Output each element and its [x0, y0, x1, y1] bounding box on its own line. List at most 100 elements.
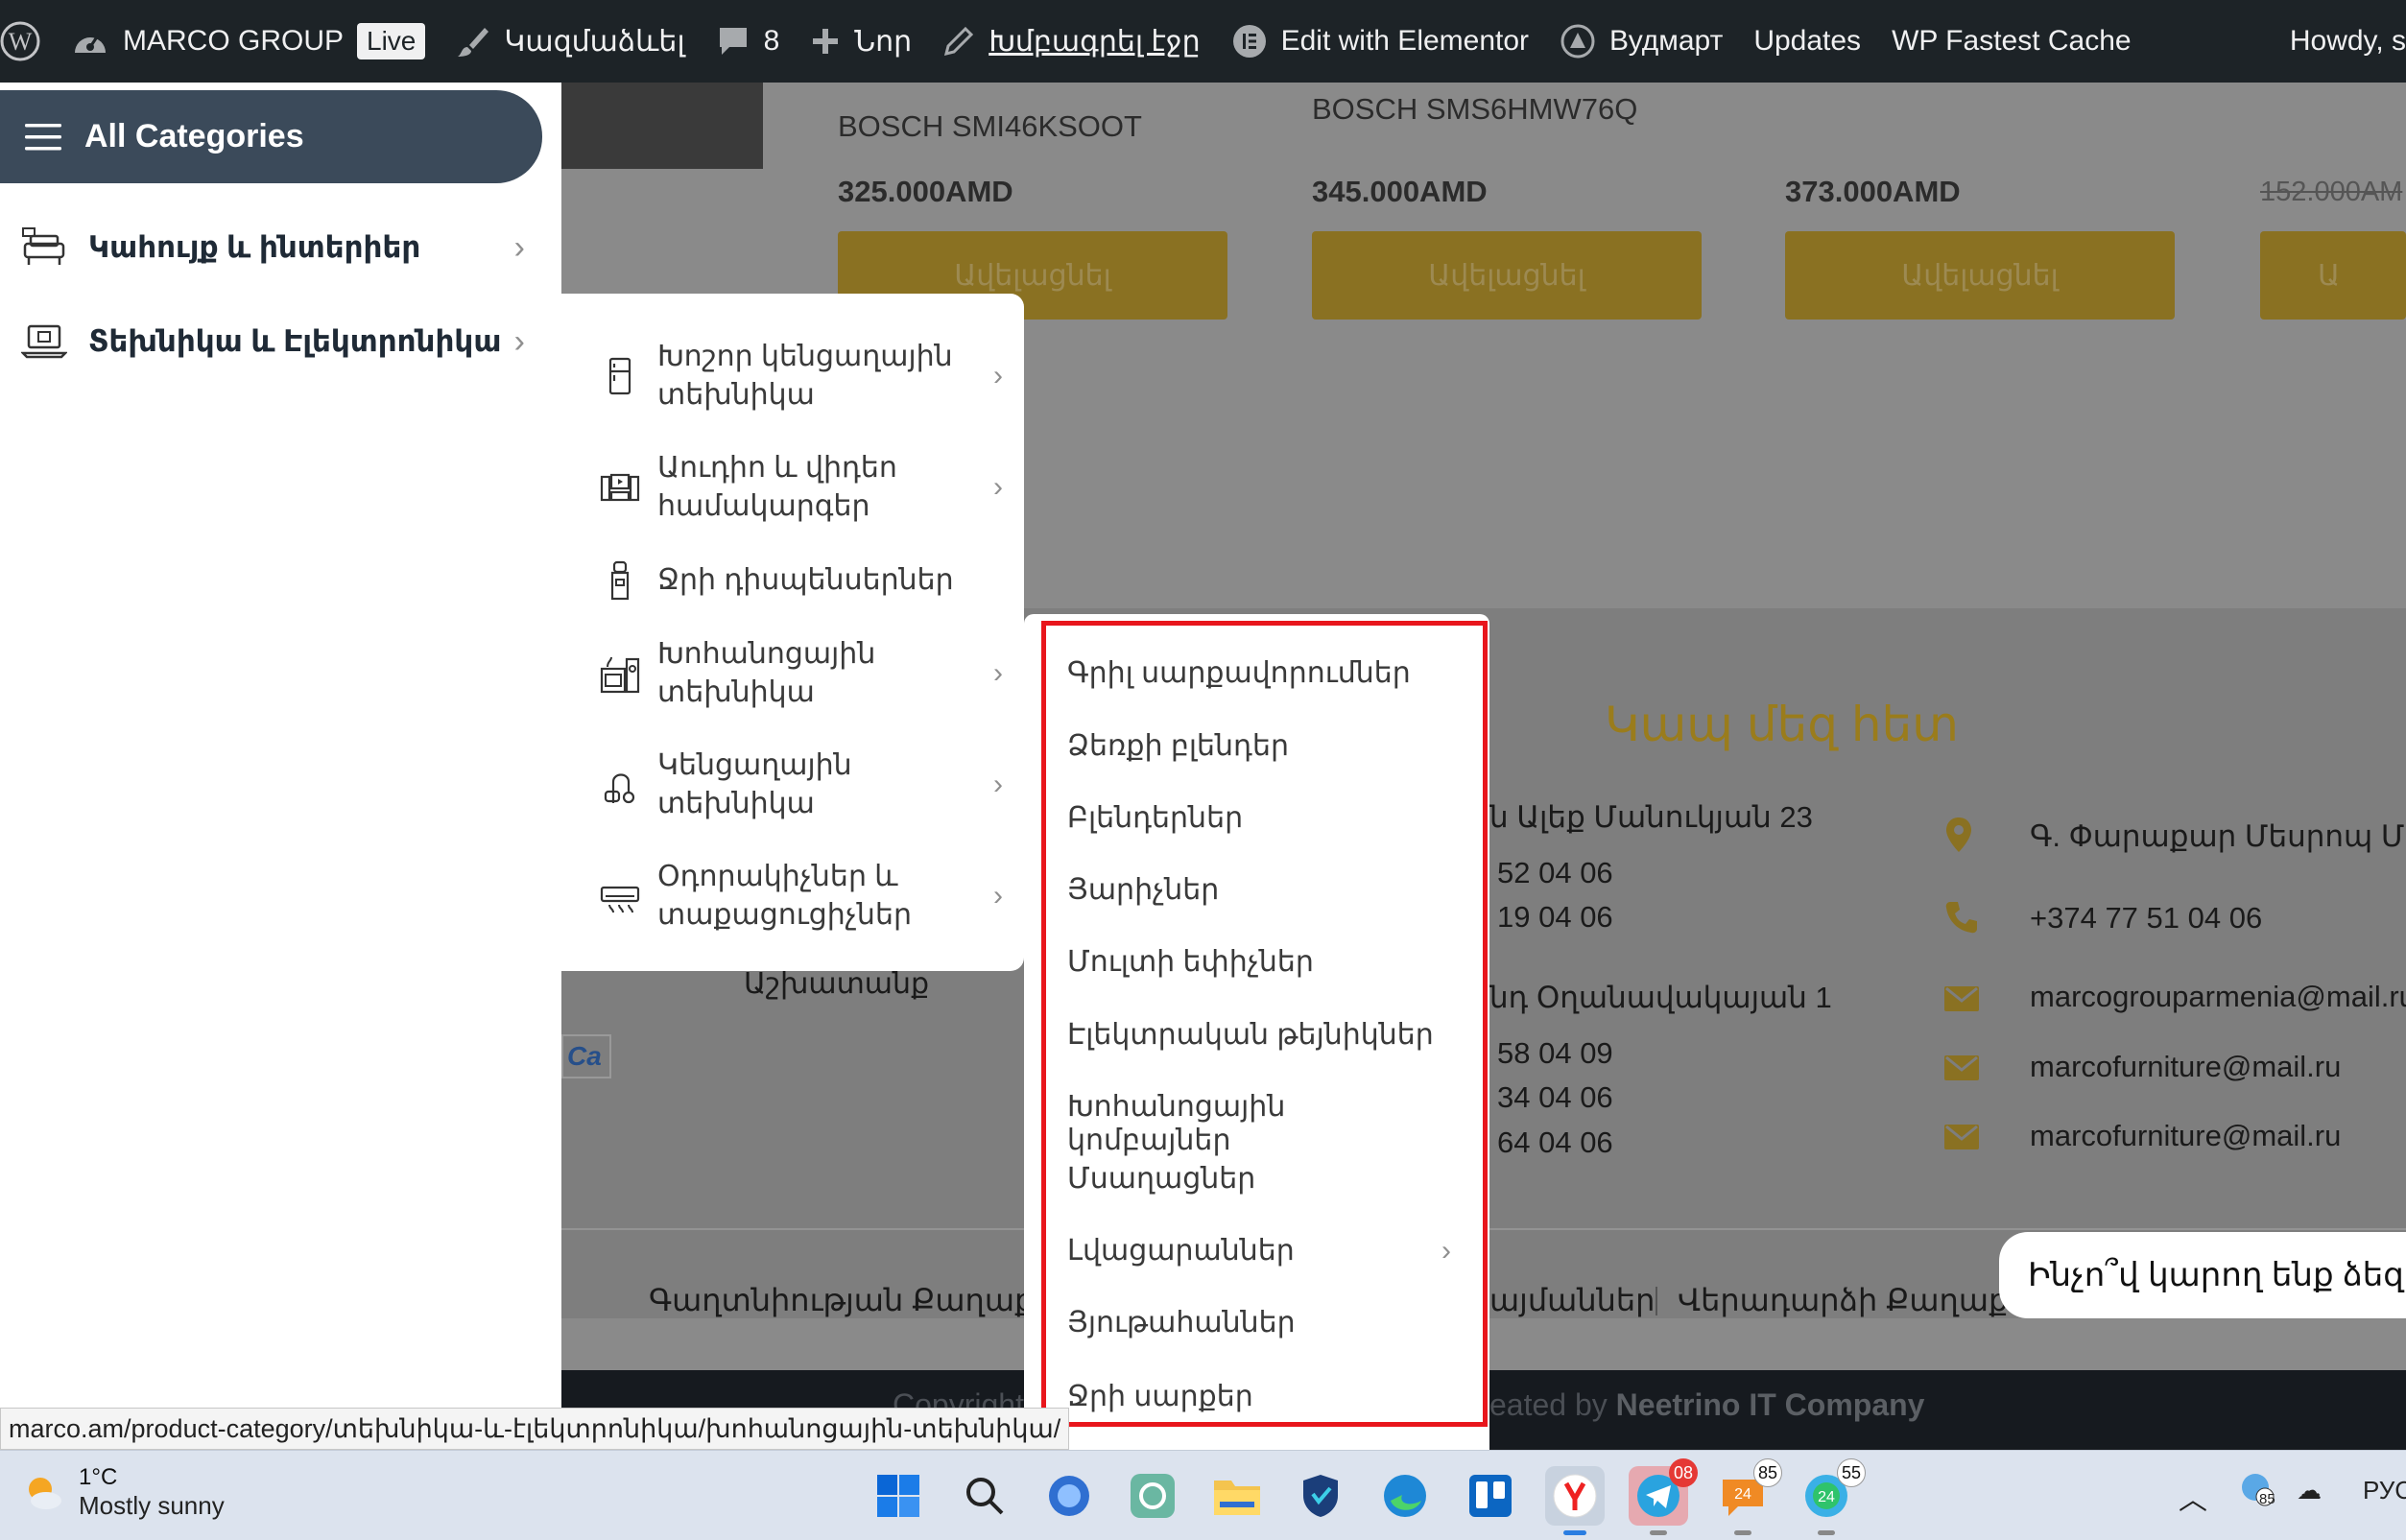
label-line: համակարգեր [657, 490, 870, 522]
shield-icon [1303, 1475, 1338, 1517]
kitchen-item-blenders[interactable]: Բլենդերներ [1067, 801, 1451, 835]
return-policy-link[interactable]: Վերադարձի Քաղաքա [1678, 1282, 2038, 1318]
copyright-credit: eated by Neetrino IT Company [1489, 1387, 1924, 1423]
chevron-right-icon: › [513, 228, 525, 266]
taskbar-app-edge[interactable] [1375, 1466, 1435, 1526]
language-indicator[interactable]: РУС [2363, 1476, 2406, 1505]
product-name: BOSCH SMI46KSOOT [838, 109, 1142, 143]
taskbar-app-chat-two[interactable]: 24 55 [1797, 1458, 1866, 1535]
email-link[interactable]: marcofurniture@mail.ru [2030, 1119, 2341, 1153]
kitchen-item-mixers[interactable]: Յարիչներ [1067, 873, 1451, 907]
kitchen-item-grill[interactable]: Գրիլ սարքավորումներ [1067, 656, 1451, 690]
active-indicator [1818, 1530, 1835, 1535]
search-button[interactable] [955, 1466, 1014, 1526]
kitchen-item-water-devices[interactable]: Ջրի սարքեր [1067, 1380, 1451, 1413]
site-name-menu[interactable]: MARCO GROUP Live [56, 0, 441, 83]
taskbar-app-copilot[interactable] [1039, 1466, 1099, 1526]
taskbar-app-security[interactable] [1291, 1466, 1350, 1526]
product-image [561, 83, 763, 169]
site-name: MARCO GROUP [123, 25, 345, 57]
weather-description: Mostly sunny [79, 1491, 225, 1520]
account-menu[interactable]: Howdy, s [2271, 0, 2406, 83]
taskbar-app-file-explorer[interactable] [1207, 1466, 1267, 1526]
customize-link[interactable]: Կազմաձևել [441, 0, 700, 83]
status-url: marco.am/product-category/տեխնիկա-և-էլեկ… [9, 1413, 1061, 1443]
phone-line[interactable]: +374 77 51 04 06 [2030, 901, 2262, 936]
tray-app-icon[interactable]: 85 [2238, 1470, 2276, 1515]
taskbar-app-telegram[interactable]: 08 [1629, 1458, 1698, 1535]
chat-bubble[interactable]: Ինչո՞վ կարող ենք ձեզ օ [1999, 1232, 2406, 1318]
item-label: Գրիլ սարքավորումներ [1067, 657, 1411, 689]
weather-widget[interactable]: 1°C Mostly sunny [19, 1464, 225, 1521]
taskbar-app-yandex-browser[interactable] [1545, 1466, 1605, 1535]
comments-link[interactable]: 8 [701, 0, 796, 83]
kitchen-item-multicookers[interactable]: Մուլտի եփիչներ [1067, 945, 1451, 979]
subcategory-item-household-appliances[interactable]: Կենցաղային տեխնիկա › [600, 746, 1003, 823]
folder-icon [1214, 1481, 1260, 1515]
all-categories-button[interactable]: All Categories [0, 90, 542, 183]
theme-label: Вудмарт [1609, 25, 1724, 57]
wp-logo-menu[interactable]: W [0, 0, 56, 83]
cache-label: WP Fastest Cache [1892, 25, 2132, 57]
phone-line: 52 04 06 [1497, 856, 1613, 889]
email-icon [1944, 1125, 1979, 1149]
taskbar-app-chat-one[interactable]: 24 85 [1713, 1458, 1782, 1535]
subcategory-label: Ջրի դիսպենսերներ [657, 564, 954, 596]
kitchen-item-juicers[interactable]: Յյութահաններ [1067, 1306, 1451, 1339]
theme-link[interactable]: Вудмарт [1544, 0, 1738, 83]
label-line: տեխնիկա [657, 379, 815, 411]
brush-icon [458, 28, 489, 57]
email-link[interactable]: marcogrouparmenia@mail.ru [2030, 980, 2406, 1014]
chevron-right-icon: › [993, 360, 1003, 391]
subcategory-label: Աուդիո և վիդեո համակարգեր [657, 449, 965, 526]
sidebar-item-furniture[interactable]: Կահույք և ինտերիեր › [21, 219, 525, 276]
credit-company[interactable]: Neetrino IT Company [1616, 1387, 1925, 1422]
add-to-cart-button[interactable]: Ավելացնել [1785, 231, 2175, 320]
new-label: Նոր [854, 25, 913, 58]
telegram-badge: 08 [1669, 1458, 1698, 1487]
cache-link[interactable]: WP Fastest Cache [1876, 0, 2147, 83]
kitchen-item-hand-blender[interactable]: Ձեռքի բլենդեր [1067, 729, 1451, 763]
start-button[interactable] [869, 1466, 928, 1526]
active-indicator [1563, 1530, 1586, 1535]
tray-overflow-chevron-icon[interactable]: ︿ [2179, 1476, 2207, 1518]
subcategory-item-kitchen-appliances[interactable]: Խոհանոցային տեխնիկա › [600, 635, 1003, 712]
subcategory-item-audio-video[interactable]: Աուդիո և վիդեո համակարգեր › [600, 449, 1003, 526]
taskbar-app-chatgpt[interactable] [1123, 1466, 1182, 1526]
sidebar-item-electronics[interactable]: Տեխնիկա և Էլեկտրոնիկա › [21, 313, 525, 370]
item-label: Մսաղացներ [1067, 1163, 1256, 1195]
elementor-link[interactable]: Edit with Elementor [1216, 0, 1544, 83]
subcategory-item-large-appliances[interactable]: Խոշոր կենցաղային տեխնիկա › [600, 338, 1003, 415]
email-link[interactable]: marcofurniture@mail.ru [2030, 1050, 2341, 1084]
subcategory-item-water-dispensers[interactable]: Ջրի դիսպենսերներ [600, 560, 1003, 601]
taskbar-app-trello[interactable] [1461, 1466, 1520, 1526]
privacy-policy-link[interactable]: Գաղտնիության Քաղաքա [649, 1282, 1064, 1318]
edit-page-link[interactable]: Խմբագրել էջը [927, 0, 1215, 83]
onedrive-icon[interactable]: ☁ [2297, 1476, 2322, 1505]
item-label: Մուլտի եփիչներ [1067, 946, 1314, 978]
plus-icon [813, 29, 839, 54]
kitchen-item-sinks[interactable]: Լվացարաններ › [1067, 1234, 1451, 1268]
air-conditioner-icon [600, 886, 640, 913]
wordpress-icon: W [0, 21, 40, 61]
chevron-right-icon: › [1441, 1234, 1451, 1267]
add-to-cart-button[interactable]: Ավելացնել [1312, 231, 1702, 320]
new-content-menu[interactable]: Նոր [795, 0, 927, 83]
subcategory-item-air-conditioners[interactable]: Օդորակիչներ և տաքացուցիչներ › [600, 858, 1003, 935]
label-line: տաքացուցիչներ [657, 899, 912, 931]
chat-bubble-text: Ինչո՞վ կարող ենք ձեզ օ [2028, 1257, 2406, 1293]
vacuum-icon [604, 773, 635, 804]
terms-link[interactable]: այմաններ [1489, 1282, 1655, 1318]
label-line: Աուդիո և վիդեո [657, 452, 897, 484]
address-line: ն Ալեք Մանուկյան 23 [1489, 800, 1813, 834]
kitchen-item-meat-grinders[interactable]: Մսաղացներ [1067, 1162, 1451, 1196]
all-categories-label: All Categories [84, 118, 304, 154]
add-to-cart-button[interactable]: Ա [2260, 231, 2406, 320]
kitchen-item-kettles[interactable]: Էլեկտրական թեյնիկներ [1067, 1018, 1451, 1052]
app-badge: 55 [1836, 1458, 1866, 1487]
email-icon [1944, 986, 1979, 1011]
chevron-right-icon: › [993, 657, 1003, 689]
updates-link[interactable]: Updates [1738, 0, 1876, 83]
kitchen-item-food-processors[interactable]: Խոհանոցային կոմբայներ [1067, 1090, 1451, 1157]
categories-sidebar: All Categories Կահույք և ինտերիեր › Տեխն… [0, 83, 561, 1450]
